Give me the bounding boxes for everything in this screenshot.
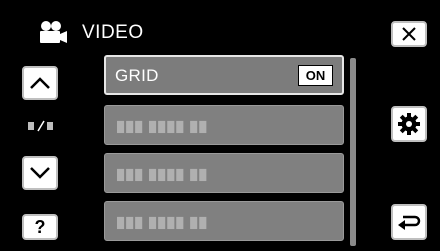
back-button[interactable] bbox=[391, 204, 427, 240]
menu-item-label: GRID bbox=[115, 66, 159, 85]
settings-button[interactable] bbox=[391, 106, 427, 142]
menu-item-label: ███ ████ ██ bbox=[117, 218, 209, 229]
menu-item[interactable]: ███ ████ ██ bbox=[104, 201, 344, 241]
menu-item-grid[interactable]: GRID ON bbox=[104, 55, 344, 95]
close-icon bbox=[402, 27, 416, 41]
close-button[interactable] bbox=[391, 21, 427, 47]
chevron-down-icon bbox=[30, 167, 50, 179]
scroll-up-button[interactable] bbox=[22, 66, 58, 100]
page-indicator bbox=[24, 118, 58, 134]
gear-icon bbox=[398, 113, 420, 135]
status-badge: ON bbox=[298, 65, 333, 86]
return-icon bbox=[398, 215, 421, 230]
screen-header: VIDEO bbox=[34, 16, 144, 50]
chevron-up-icon bbox=[30, 77, 50, 89]
help-label: ? bbox=[34, 216, 46, 237]
scroll-down-button[interactable] bbox=[22, 156, 58, 190]
menu-item[interactable]: ███ ████ ██ bbox=[104, 153, 344, 193]
menu-item-label: ███ ████ ██ bbox=[117, 170, 209, 181]
video-camera-icon bbox=[34, 20, 68, 46]
page-title: VIDEO bbox=[82, 22, 144, 43]
scrollbar[interactable] bbox=[350, 58, 356, 246]
menu-item[interactable]: ███ ████ ██ bbox=[104, 105, 344, 145]
menu-item-label: ███ ████ ██ bbox=[117, 122, 209, 133]
help-button[interactable]: ? bbox=[22, 214, 58, 240]
